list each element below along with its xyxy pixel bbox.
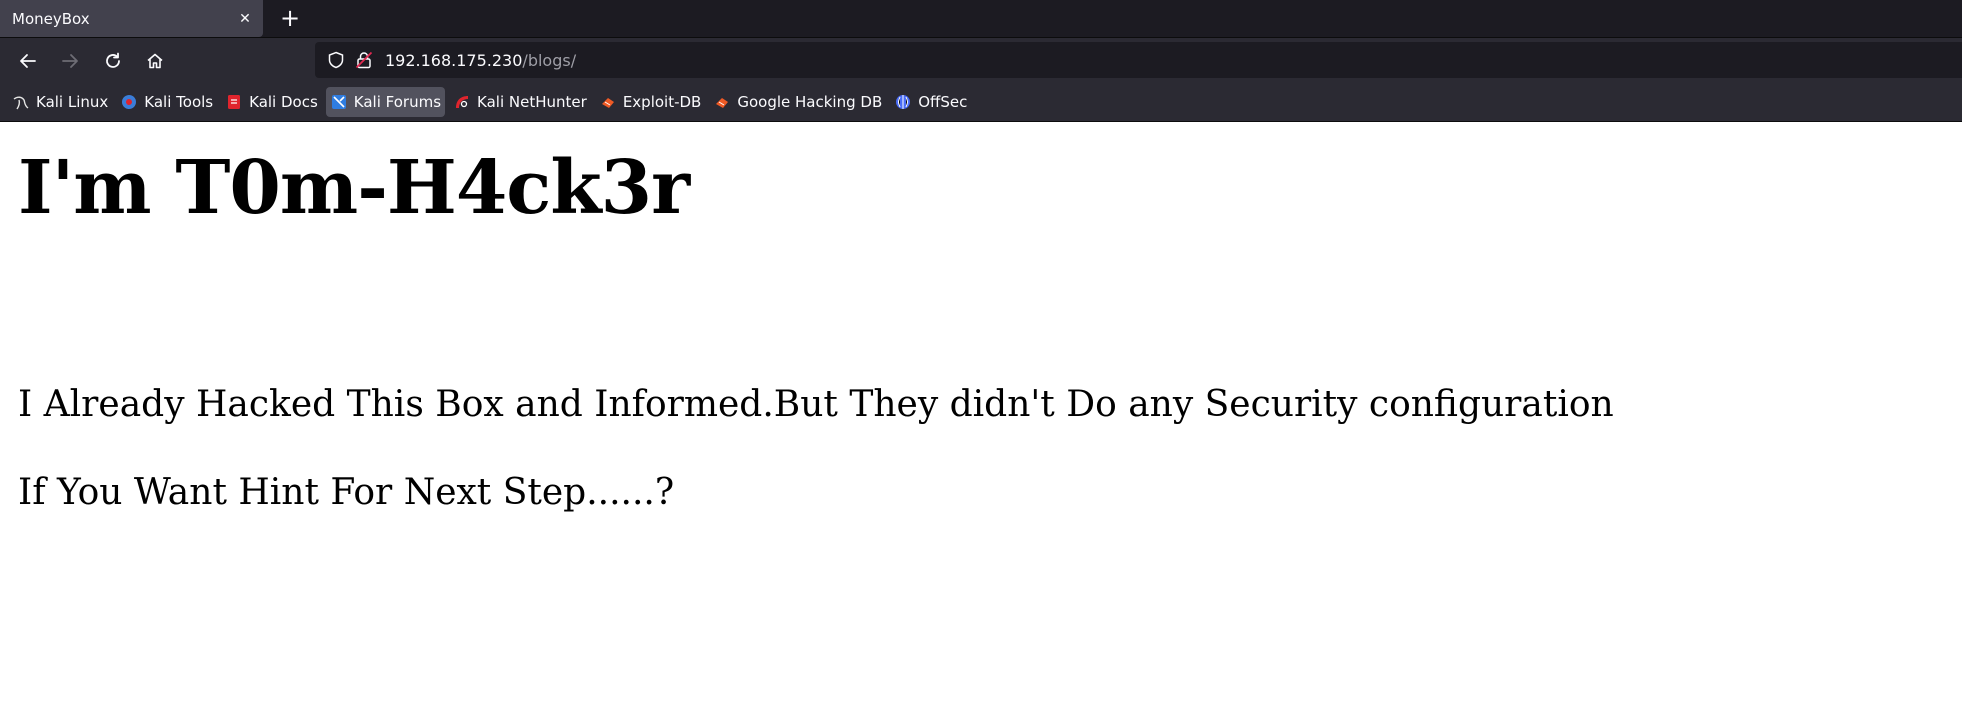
tracking-protection-shield-icon[interactable] <box>325 49 347 71</box>
browser-chrome: MoneyBox ✕ + 192.168.175.230/blogs/ Kali… <box>0 0 1962 122</box>
bookmark-kali-docs[interactable]: Kali Docs <box>221 87 322 117</box>
kali-dragon-icon <box>12 93 30 111</box>
tab-moneybox[interactable]: MoneyBox ✕ <box>0 0 263 37</box>
nethunter-icon <box>453 93 471 111</box>
bookmark-kali-tools[interactable]: Kali Tools <box>116 87 217 117</box>
offsec-icon <box>894 93 912 111</box>
forward-button[interactable] <box>55 46 85 76</box>
bookmarks-toolbar: Kali Linux Kali Tools Kali Docs Kali For… <box>0 82 1962 122</box>
reload-button[interactable] <box>98 46 128 76</box>
tab-title: MoneyBox <box>12 9 90 28</box>
forward-arrow-icon <box>62 54 78 68</box>
bookmark-google-hacking-db[interactable]: Google Hacking DB <box>709 87 886 117</box>
bookmark-exploit-db[interactable]: Exploit-DB <box>595 87 706 117</box>
address-bar[interactable]: 192.168.175.230/blogs/ <box>315 42 1962 78</box>
page-paragraph-2: If You Want Hint For Next Step......? <box>18 471 675 513</box>
navigation-toolbar: 192.168.175.230/blogs/ <box>0 37 1962 82</box>
page-heading: I'm T0m-H4ck3r <box>18 145 690 231</box>
bookmark-label: OffSec <box>918 92 968 111</box>
url-text[interactable]: 192.168.175.230/blogs/ <box>385 51 576 70</box>
bookmark-label: Kali Docs <box>249 92 318 111</box>
bookmark-kali-linux[interactable]: Kali Linux <box>8 87 112 117</box>
bookmark-label: Kali Tools <box>144 92 214 111</box>
bookmark-label: Kali Forums <box>353 92 442 111</box>
bookmark-kali-forums[interactable]: Kali Forums <box>325 86 446 117</box>
kali-tools-icon <box>120 93 138 111</box>
kali-forums-icon <box>330 93 348 111</box>
kali-docs-icon <box>225 93 243 111</box>
bookmark-label: Kali Linux <box>36 92 109 111</box>
tab-strip: MoneyBox ✕ + <box>0 0 1962 37</box>
home-icon <box>147 53 163 69</box>
page-paragraph-1: I Already Hacked This Box and Informed.B… <box>18 383 1614 425</box>
ghdb-icon <box>713 93 731 111</box>
exploit-db-icon <box>599 93 617 111</box>
tab-close-icon[interactable]: ✕ <box>231 5 259 33</box>
bookmark-label: Kali NetHunter <box>477 92 587 111</box>
bookmark-label: Google Hacking DB <box>737 92 883 111</box>
back-button[interactable] <box>13 46 43 76</box>
bookmark-label: Exploit-DB <box>622 92 702 111</box>
reload-icon <box>106 52 120 68</box>
plus-icon: + <box>279 4 301 32</box>
back-arrow-icon <box>20 54 36 68</box>
bookmark-kali-nethunter[interactable]: Kali NetHunter <box>449 87 591 117</box>
bookmark-offsec[interactable]: OffSec <box>890 87 971 117</box>
url-path: /blogs/ <box>522 50 577 70</box>
url-host: 192.168.175.230 <box>385 50 523 70</box>
insecure-lock-icon[interactable] <box>353 49 375 71</box>
new-tab-button[interactable]: + <box>276 4 304 32</box>
home-button[interactable] <box>140 46 170 76</box>
page-content: I'm T0m-H4ck3r I Already Hacked This Box… <box>0 122 1962 514</box>
